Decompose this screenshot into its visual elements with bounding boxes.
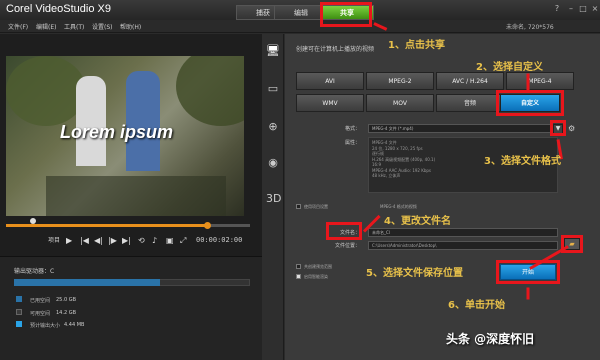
play-icon[interactable]: ▶ [66, 236, 72, 245]
drive-label: 输出驱动器：C [14, 268, 55, 275]
help-icon[interactable]: ? [552, 4, 562, 14]
web-icon[interactable]: ⊕ [266, 120, 280, 134]
format-audio-button[interactable]: 音频 [436, 94, 504, 112]
timecode[interactable]: 00:00:02:00 [196, 236, 242, 244]
app-title: Corel VideoStudio X9 [6, 3, 111, 15]
gear-icon[interactable]: ⚙ [568, 124, 575, 133]
watermark: 头条 @深度怀旧 [446, 332, 535, 346]
annotation-box-format [550, 120, 566, 136]
3d-icon[interactable]: 3D [266, 192, 281, 206]
filename-input[interactable]: 未命名_Cl [368, 228, 558, 237]
menu-tools[interactable]: 工具(T) [64, 22, 84, 31]
legend-used-label: 已用空间 [30, 298, 51, 304]
person-figure-2 [126, 71, 160, 171]
end-icon[interactable]: ▶| [122, 236, 131, 245]
annotation-box-filename [326, 222, 362, 240]
app-window: Corel VideoStudio X9 捕获 编辑 共享 ? – □ × 文件… [0, 0, 600, 360]
annotation-step-5: 5、选择文件保存位置 [366, 268, 463, 279]
annotation-box-start [496, 260, 560, 284]
annotation-step-1: 1、点击共享 [388, 40, 445, 51]
mode-label: 项目 [48, 237, 61, 244]
home-icon[interactable]: |◀ [80, 236, 89, 245]
annotation-arrow-2 [526, 73, 530, 92]
title-overlay-text: Lorem ipsum [60, 122, 174, 142]
annotation-step-4: 4、更改文件名 [384, 216, 451, 227]
project-settings-checkbox[interactable] [296, 204, 301, 209]
hd-icon[interactable]: ▣ [166, 236, 174, 245]
filepath-label: 文件位置： [334, 243, 360, 249]
next-frame-icon[interactable]: |▶ [108, 236, 117, 245]
format-select[interactable]: MPEG-4 文件 (*.mp4) [368, 124, 552, 133]
legend-free-value: 14.2 GB [56, 310, 77, 316]
share-heading: 创建可在计算机上播放的视频 [296, 46, 375, 53]
legend-used-swatch [16, 296, 22, 302]
smart-render-checkbox[interactable] [296, 274, 301, 279]
filepath-input[interactable]: C:\Users\Administrator\Desktop\ [368, 241, 558, 250]
project-settings-label: 使用项目设置 [304, 204, 328, 209]
fullscreen-icon[interactable]: ⤢ [180, 236, 186, 246]
format-mpeg4-button[interactable]: MPEG-4 [506, 72, 574, 90]
legend-free-swatch [16, 309, 22, 315]
volume-icon[interactable]: ♪ [152, 236, 157, 245]
annotation-arrow-6 [526, 287, 530, 300]
device-icon[interactable]: ▭ [266, 82, 280, 96]
menu-edit[interactable]: 编辑(E) [36, 22, 56, 31]
menu-help[interactable]: 帮助(H) [120, 22, 141, 31]
format-mpeg2-button[interactable]: MPEG-2 [366, 72, 434, 90]
format-label: 格式： [344, 126, 360, 132]
format-wmv-button[interactable]: WMV [296, 94, 364, 112]
menu-settings[interactable]: 设置(S) [92, 22, 113, 31]
project-info: 未命名, 720*576 [506, 24, 554, 31]
format-avc-button[interactable]: AVC / H.264 [436, 72, 504, 90]
legend-estimate-value: 4.44 MB [64, 322, 85, 328]
legend-estimate-label: 预计输出大小 [30, 323, 61, 329]
legend-estimate-swatch [16, 321, 22, 327]
smart-render-label: 启用智能渲染 [304, 274, 328, 279]
disc-icon[interactable]: ◉ [266, 156, 280, 170]
prev-frame-icon[interactable]: ◀| [94, 236, 103, 245]
trim-marker[interactable] [204, 222, 211, 229]
annotation-box-share-tab [320, 2, 372, 27]
project-settings-note: MPEG-4 格式的视频 [380, 204, 417, 209]
timeline-progress [6, 224, 207, 227]
repeat-icon[interactable]: ⟲ [138, 236, 145, 245]
annotation-step-3: 3、选择文件格式 [484, 156, 561, 167]
drive-used-fill [14, 279, 161, 286]
close-icon[interactable]: × [590, 4, 600, 14]
preview-range-label: 共创建预览范围 [304, 264, 332, 269]
annotation-step-6: 6、单击开始 [448, 300, 505, 311]
person-figure-1 [76, 76, 106, 166]
maximize-icon[interactable]: □ [578, 4, 588, 14]
format-avi-button[interactable]: AVI [296, 72, 364, 90]
annotation-step-2: 2、选择自定义 [476, 62, 543, 73]
computer-icon[interactable]: 🖥 [266, 44, 280, 58]
properties-label: 属性： [344, 140, 360, 146]
minimize-icon[interactable]: – [566, 4, 576, 14]
preview-range-checkbox[interactable] [296, 264, 301, 269]
menu-file[interactable]: 文件(F) [8, 22, 28, 31]
legend-free-label: 可用空间 [30, 311, 51, 317]
legend-used-value: 25.0 GB [56, 297, 77, 303]
annotation-box-custom [496, 90, 564, 116]
format-mov-button[interactable]: MOV [366, 94, 434, 112]
